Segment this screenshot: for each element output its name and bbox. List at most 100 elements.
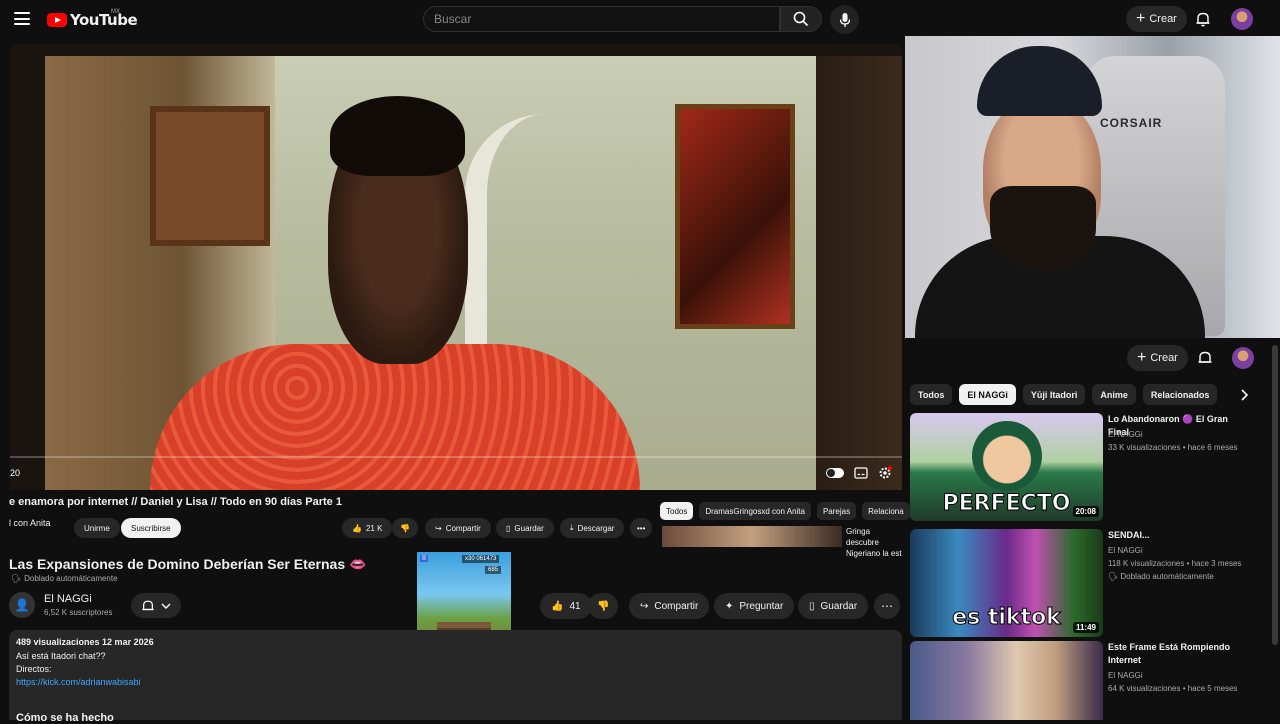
autoplay-toggle[interactable] bbox=[826, 468, 844, 478]
streamer-cap bbox=[977, 46, 1102, 116]
streamer-beard bbox=[990, 186, 1096, 271]
search-input[interactable]: Buscar bbox=[423, 6, 780, 32]
recommendation-channel[interactable]: El NAGGi bbox=[1108, 671, 1143, 680]
recommendation-item[interactable]: es tiktok 11:49 SENDAI... El NAGGi 118 K… bbox=[910, 529, 1272, 637]
embedded-more-button[interactable]: ••• bbox=[630, 518, 653, 538]
filter-chip[interactable]: Anime bbox=[1092, 384, 1136, 405]
sidebar-create-label: Crear bbox=[1150, 352, 1178, 364]
voice-search-button[interactable] bbox=[830, 5, 859, 34]
recommendation-thumbnail[interactable] bbox=[910, 641, 1103, 720]
embedded-chip[interactable]: Todos bbox=[660, 502, 694, 520]
more-dots-icon: ⋯ bbox=[881, 599, 893, 613]
gameplay-coins: 685 bbox=[485, 566, 502, 574]
channel-avatar[interactable]: 👤 bbox=[9, 592, 35, 618]
subscription-bell-button[interactable] bbox=[131, 593, 181, 618]
embedded-chip[interactable]: DramasGringosxd con Anita bbox=[699, 502, 811, 520]
bookmark-icon: ▯ bbox=[506, 523, 511, 533]
view-count-date: 489 visualizaciones 12 mar 2026 bbox=[16, 637, 154, 647]
chevron-right-icon bbox=[1241, 389, 1248, 401]
join-label: Unirme bbox=[84, 523, 110, 533]
recommendation-item[interactable]: Este Frame Está Rompiendo Internet El NA… bbox=[910, 641, 1272, 720]
create-label: Crear bbox=[1149, 13, 1177, 25]
menu-icon[interactable] bbox=[14, 12, 30, 25]
save-button[interactable]: ▯ Guardar bbox=[798, 593, 869, 619]
bell-icon bbox=[142, 600, 154, 610]
filter-chip[interactable]: Relacionados bbox=[1142, 384, 1218, 405]
embedded-dislike-button[interactable]: 👎 bbox=[392, 518, 418, 538]
more-actions-button[interactable]: ⋯ bbox=[874, 593, 900, 619]
share-icon: ↪ bbox=[640, 600, 649, 612]
recommendation-title[interactable]: Este Frame Está Rompiendo Internet bbox=[1108, 641, 1248, 667]
embedded-chip[interactable]: Relaciona bbox=[862, 502, 910, 520]
embedded-recommendation-title[interactable]: Gringa descubre Nigeriano la est bbox=[846, 526, 904, 559]
sidebar-scrollbar[interactable] bbox=[1272, 345, 1278, 645]
recommendation-thumbnail[interactable]: es tiktok 11:49 bbox=[910, 529, 1103, 637]
sidebar-account-avatar[interactable] bbox=[1232, 347, 1254, 369]
subscribe-label: Suscribirse bbox=[131, 523, 171, 533]
embedded-chip[interactable]: Parejas bbox=[816, 502, 857, 520]
subscribe-button[interactable]: Suscribirse bbox=[121, 518, 181, 538]
notifications-bell-icon[interactable] bbox=[1195, 11, 1211, 27]
embedded-save-button[interactable]: ▯ Guardar bbox=[496, 518, 554, 538]
embedded-recommendation-thumbnail[interactable] bbox=[662, 526, 842, 547]
embedded-channel-name[interactable]: l con Anita bbox=[9, 518, 51, 528]
recommendation-meta: 64 K visualizaciones • hace 5 meses bbox=[1108, 684, 1238, 693]
embedded-share-button[interactable]: ↪ Compartir bbox=[425, 518, 491, 538]
pause-icon: II bbox=[420, 555, 428, 562]
thumbs-up-icon: 👍 bbox=[352, 523, 362, 533]
subtitles-icon[interactable] bbox=[854, 467, 868, 479]
sidebar-create-button[interactable]: + Crear bbox=[1127, 345, 1188, 371]
share-icon: ↪ bbox=[435, 523, 442, 533]
embedded-like-button[interactable]: 👍 21 K bbox=[342, 518, 393, 538]
bookmark-icon: ▯ bbox=[809, 600, 815, 612]
channel-name[interactable]: El NAGGi bbox=[44, 593, 92, 605]
share-button[interactable]: ↪ Compartir bbox=[629, 593, 710, 619]
subscriber-count: 6,52 K suscriptores bbox=[44, 608, 113, 617]
ask-label: Preguntar bbox=[739, 600, 784, 612]
notifications-bell-icon[interactable] bbox=[1197, 350, 1213, 366]
dubbed-label: Doblado automáticamente bbox=[24, 574, 118, 583]
recommendation-title[interactable]: SENDAI... bbox=[1108, 529, 1248, 542]
ask-button[interactable]: ✦ Preguntar bbox=[714, 593, 795, 619]
settings-gear-icon[interactable] bbox=[878, 466, 892, 480]
account-avatar[interactable] bbox=[1231, 8, 1253, 30]
youtube-logo[interactable]: YouTube bbox=[47, 11, 138, 29]
video-scene-painting-left bbox=[150, 106, 270, 246]
recommendation-channel[interactable]: El NAGGi bbox=[1108, 430, 1143, 439]
video-player[interactable]: 20 bbox=[10, 44, 902, 490]
embedded-download-button[interactable]: ⤓ Descargar bbox=[560, 518, 625, 538]
dubbed-label: Doblado automáticamente bbox=[1120, 572, 1214, 581]
sidebar-top-bar: + Crear bbox=[905, 338, 1280, 378]
description-line: Directos: bbox=[16, 664, 52, 674]
filter-chip-row: Todos El NAGGi Yūji Itadori Anime Relaci… bbox=[910, 384, 1218, 405]
create-button[interactable]: + Crear bbox=[1126, 6, 1187, 32]
chair-brand-logo: CORSAIR bbox=[1100, 116, 1163, 130]
thumbnail-character bbox=[972, 421, 1042, 491]
embedded-chip-row: Todos DramasGringosxd con Anita Parejas … bbox=[660, 502, 910, 520]
progress-bar[interactable] bbox=[10, 456, 902, 458]
video-scene-painting-right bbox=[675, 104, 795, 329]
filter-chip[interactable]: Todos bbox=[910, 384, 953, 405]
description-link[interactable]: https://kick.com/adrianwabisabi bbox=[16, 677, 141, 687]
chip-scroll-next-button[interactable] bbox=[1236, 386, 1252, 404]
thumbs-down-icon: 👎 bbox=[597, 600, 610, 612]
recommendation-item[interactable]: PERFECTO 20:08 Lo Abandonaron 🟣 El Gran … bbox=[910, 413, 1272, 521]
embedded-video-title: e enamora por internet // Daniel y Lisa … bbox=[9, 496, 342, 508]
filter-chip-active[interactable]: El NAGGi bbox=[959, 384, 1016, 405]
video-side-bar bbox=[816, 56, 902, 490]
player-controls bbox=[826, 466, 892, 480]
recommendation-thumbnail[interactable]: PERFECTO 20:08 bbox=[910, 413, 1103, 521]
join-button[interactable]: Unirme bbox=[74, 518, 120, 538]
filter-chip[interactable]: Yūji Itadori bbox=[1022, 384, 1086, 405]
recommendation-channel[interactable]: El NAGGi bbox=[1108, 546, 1143, 555]
logo-text: YouTube bbox=[70, 11, 138, 29]
embedded-like-count: 21 K bbox=[365, 523, 383, 533]
video-duration: 11:49 bbox=[1072, 622, 1099, 633]
webcam-feed: CORSAIR bbox=[905, 36, 1280, 338]
dislike-button[interactable]: 👎 bbox=[588, 593, 619, 619]
like-button[interactable]: 👍 41 bbox=[540, 593, 592, 619]
recommendation-meta: 33 K visualizaciones • hace 6 meses bbox=[1108, 443, 1238, 452]
search-button[interactable] bbox=[780, 6, 822, 32]
sparkle-icon: ✦ bbox=[725, 600, 734, 612]
lips-emoji-icon: 👄 bbox=[349, 556, 367, 572]
